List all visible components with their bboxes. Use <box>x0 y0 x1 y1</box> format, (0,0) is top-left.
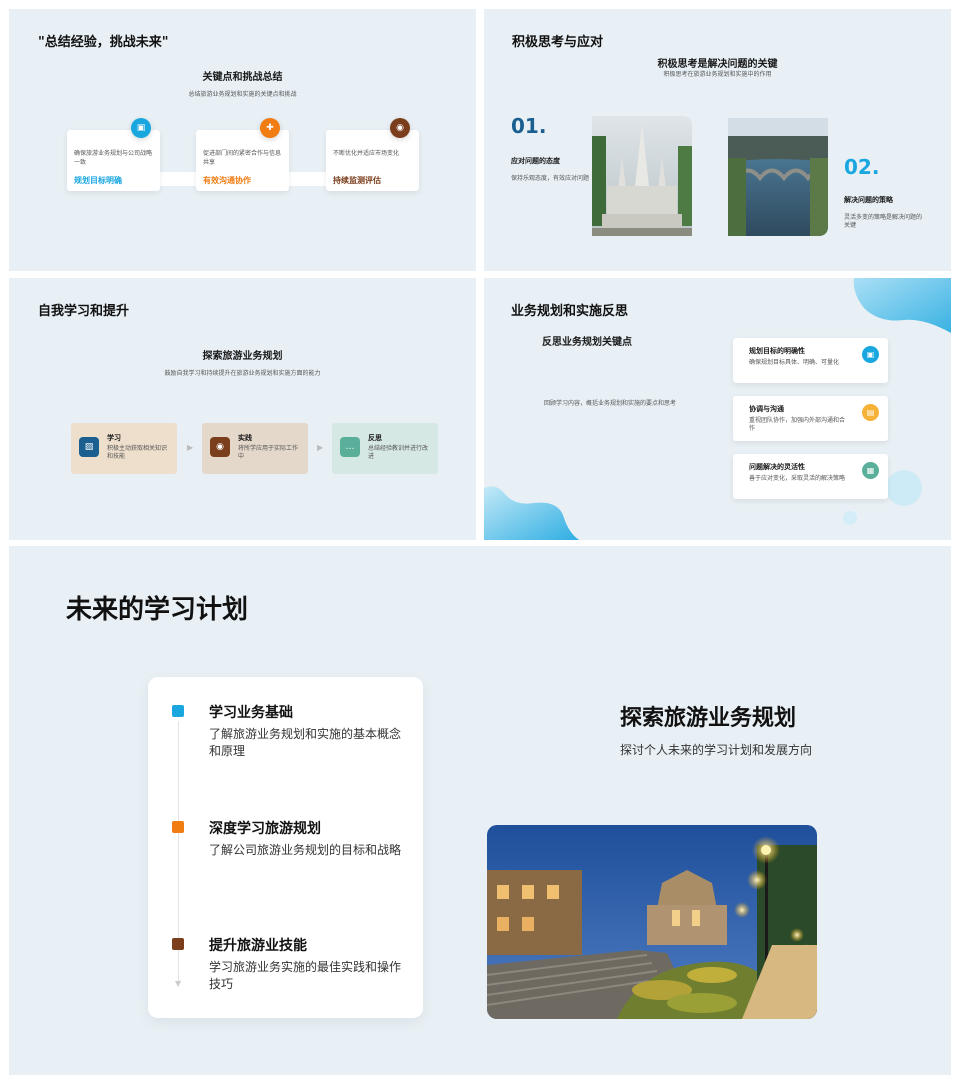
slide-summary: "总结经验，挑战未来" 关键点和挑战总结 总结旅游业务规划和实施的关键点和挑战 … <box>9 9 476 271</box>
section-subheading: 探讨个人未来的学习计划和发展方向 <box>620 743 813 757</box>
card-description: 重视团队协作，加强内外部沟通和合作 <box>749 417 846 433</box>
reflection-card-2: 协调与沟通 重视团队协作，加强内外部沟通和合作 ▤ <box>733 396 888 441</box>
location-pin-icon: ◉ <box>210 437 230 457</box>
card-title: 问题解决的灵活性 <box>749 463 805 471</box>
step-title: 实践 <box>238 434 252 442</box>
slide-title: "总结经验，挑战未来" <box>38 35 169 50</box>
item-number: 02. <box>844 155 880 179</box>
item-number: 01. <box>511 114 547 138</box>
slide-reflection: 业务规划和实施反思 反思业务规划关键点 回顾学习内容，概括业务规划和实施的要点和… <box>484 278 951 540</box>
bullet-square-icon <box>172 821 184 833</box>
step-title: 反思 <box>368 434 382 442</box>
summary-card-3: 不断优化并适应市场变化 持续监测评估 <box>326 130 419 191</box>
grid-icon: ▦ <box>862 462 879 479</box>
section-subheading: 总结旅游业务规划和实施的关键点和挑战 <box>188 91 297 98</box>
plan-item-title: 提升旅游业技能 <box>209 938 307 954</box>
card-label: 持续监测评估 <box>333 176 381 185</box>
arrow-right-icon: ▶ <box>187 443 194 452</box>
card-title: 规划目标的明确性 <box>749 347 805 355</box>
plan-item-title: 学习业务基础 <box>209 705 293 721</box>
plan-item-2: 深度学习旅游规划 了解公司旅游业务规划的目标和战略 <box>172 818 412 859</box>
section-heading: 关键点和挑战总结 <box>202 72 283 83</box>
plan-item-description: 了解公司旅游业务规划的目标和战略 <box>209 843 402 857</box>
arrow-right-icon: ▶ <box>317 443 324 452</box>
card-description: 确保旅游业务规划与公司战略一致 <box>74 150 153 166</box>
briefcase-icon: ▣ <box>131 118 151 138</box>
plan-item-3: 提升旅游业技能 学习旅游业务实施的最佳实践和操作技巧 <box>172 935 412 994</box>
card-label: 规划目标明确 <box>74 176 122 185</box>
image-icon: ▨ <box>79 437 99 457</box>
bullet-square-icon <box>172 705 184 717</box>
step-title: 学习 <box>107 434 121 442</box>
plan-item-title: 深度学习旅游规划 <box>209 821 321 837</box>
section-heading: 探索旅游业务规划 <box>202 351 283 362</box>
slide-positive-thinking: 积极思考与应对 积极思考是解决问题的关键 积极思考在旅游业务规划和实施中的作用 … <box>484 9 951 271</box>
slide-title: 业务规划和实施反思 <box>511 304 629 319</box>
section-heading: 探索旅游业务规划 <box>620 706 797 731</box>
card-label: 有效沟通协作 <box>203 176 251 185</box>
document-icon: ▤ <box>862 404 879 421</box>
plan-item-description: 学习旅游业务实施的最佳实践和操作技巧 <box>209 960 402 992</box>
connector-bar <box>289 172 326 186</box>
bridge-photo <box>728 118 828 236</box>
card-description: 确保规划目标具体、明确、可量化 <box>749 359 840 366</box>
pagoda-photo <box>592 116 692 236</box>
ruins-night-photo <box>487 825 817 1019</box>
step-practice: ◉ 实践 将所学应用于实际工作中 <box>202 423 308 474</box>
item-description: 灵活多变的策略是解决问题的关键 <box>844 214 923 230</box>
section-subheading: 积极思考在旅游业务规划和实施中的作用 <box>663 71 772 78</box>
section-description: 回顾学习内容，概括业务规划和实施的要点和思考 <box>544 400 677 407</box>
card-description: 善于应对变化，采取灵活的解决策略 <box>749 475 846 482</box>
plan-item-description: 了解旅游业务规划和实施的基本概念和原理 <box>209 727 402 759</box>
item-description: 保持乐观态度，有效应对问题 <box>511 175 590 182</box>
slide-self-learning: 自我学习和提升 探索旅游业务规划 鼓励自我学习和持续提升在旅游业务规划和实施方面… <box>9 278 476 540</box>
summary-card-2: 促进部门间的紧密合作与信息共享 有效沟通协作 <box>196 130 289 191</box>
step-description: 积极主动获取相关知识和技能 <box>107 445 168 461</box>
step-learn: ▨ 学习 积极主动获取相关知识和技能 <box>71 423 177 474</box>
reflection-card-1: 规划目标的明确性 确保规划目标具体、明确、可量化 ▣ <box>733 338 888 383</box>
slide-title: 未来的学习计划 <box>66 595 249 625</box>
step-description: 总结经验教训并进行改进 <box>368 445 429 461</box>
item-title: 应对问题的态度 <box>511 157 560 165</box>
puzzle-icon: ✚ <box>260 118 280 138</box>
bullet-square-icon <box>172 938 184 950</box>
step-reflect: … 反思 总结经验教训并进行改进 <box>332 423 438 474</box>
slide-title: 自我学习和提升 <box>38 304 130 319</box>
chat-bubble-icon: … <box>340 437 360 457</box>
briefcase-icon: ▣ <box>862 346 879 363</box>
slide-future-plan: 未来的学习计划 ▼ 学习业务基础 了解旅游业务规划和实施的基本概念和原理 深度学… <box>9 546 951 1075</box>
slide-title: 积极思考与应对 <box>512 35 604 50</box>
target-icon: ◉ <box>390 118 410 138</box>
section-heading: 积极思考是解决问题的关键 <box>657 59 778 70</box>
reflection-card-3: 问题解决的灵活性 善于应对变化，采取灵活的解决策略 ▦ <box>733 454 888 499</box>
summary-card-1: 确保旅游业务规划与公司战略一致 规划目标明确 <box>67 130 160 191</box>
section-subheading: 鼓励自我学习和持续提升在旅游业务规划和实施方面的能力 <box>164 370 321 377</box>
step-description: 将所学应用于实际工作中 <box>238 445 299 461</box>
card-title: 协调与沟通 <box>749 405 784 413</box>
section-heading: 反思业务规划关键点 <box>542 337 632 348</box>
item-title: 解决问题的策略 <box>844 196 893 204</box>
plan-item-1: 学习业务基础 了解旅游业务规划和实施的基本概念和原理 <box>172 702 412 761</box>
plan-card: ▼ 学习业务基础 了解旅游业务规划和实施的基本概念和原理 深度学习旅游规划 了解… <box>148 677 423 1018</box>
card-description: 促进部门间的紧密合作与信息共享 <box>203 150 282 166</box>
connector-bar <box>159 172 196 186</box>
card-description: 不断优化并适应市场变化 <box>333 150 400 157</box>
